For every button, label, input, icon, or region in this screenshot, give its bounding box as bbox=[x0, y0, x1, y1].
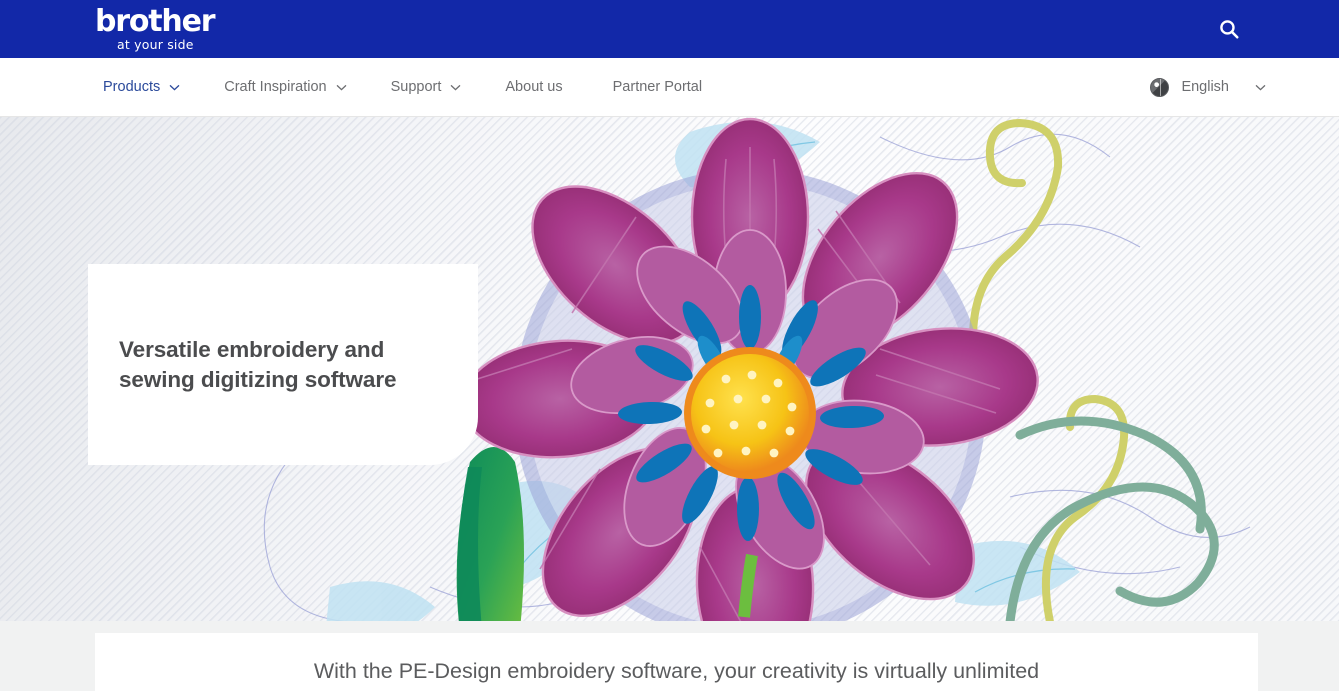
nav-item-partner-portal-label: Partner Portal bbox=[612, 79, 703, 95]
language-label: English bbox=[1181, 79, 1229, 95]
brother-logo[interactable]: brother at your side bbox=[95, 3, 216, 52]
logo-tagline: at your side bbox=[117, 36, 194, 52]
lower-headline: With the PE-Design embroidery software, … bbox=[313, 659, 1040, 683]
nav-item-support-label: Support bbox=[390, 79, 442, 95]
nav-item-about-us-label: About us bbox=[505, 79, 563, 95]
chevron-down-icon bbox=[169, 84, 180, 91]
top-header-bar: brother at your side bbox=[0, 0, 1339, 58]
search-button[interactable] bbox=[1214, 14, 1244, 44]
lower-content-card: With the PE-Design embroidery software, … bbox=[95, 633, 1258, 691]
nav-item-craft-inspiration[interactable]: Craft Inspiration bbox=[224, 79, 347, 95]
chevron-down-icon bbox=[450, 84, 461, 91]
search-icon bbox=[1220, 20, 1239, 39]
nav-items-group: Products Craft Inspiration Support About… bbox=[103, 79, 746, 95]
nav-item-products-label: Products bbox=[103, 79, 161, 95]
hero-text-card: Versatile embroidery and sewing digitizi… bbox=[88, 264, 478, 465]
nav-item-partner-portal[interactable]: Partner Portal bbox=[613, 79, 702, 95]
chevron-down-icon bbox=[336, 84, 347, 91]
flower-stem bbox=[738, 553, 758, 618]
hero-section: Versatile embroidery and sewing digitizi… bbox=[0, 117, 1339, 621]
green-leaf bbox=[456, 447, 524, 621]
main-navigation-bar: Products Craft Inspiration Support About… bbox=[0, 58, 1339, 117]
language-selector[interactable]: English bbox=[1150, 77, 1266, 97]
logo-wordmark: brother bbox=[95, 3, 216, 39]
hero-title: Versatile embroidery and sewing digitizi… bbox=[119, 335, 397, 395]
globe-icon bbox=[1150, 77, 1170, 97]
hero-title-line-1: Versatile embroidery and bbox=[119, 336, 385, 362]
lower-section: With the PE-Design embroidery software, … bbox=[0, 621, 1339, 691]
hero-title-line-2: sewing digitizing software bbox=[119, 366, 397, 392]
chevron-down-icon bbox=[1255, 84, 1266, 91]
nav-item-craft-inspiration-label: Craft Inspiration bbox=[224, 79, 327, 95]
nav-item-support[interactable]: Support bbox=[391, 79, 462, 95]
flower-center bbox=[684, 347, 816, 479]
nav-item-about-us[interactable]: About us bbox=[505, 79, 562, 95]
nav-item-products[interactable]: Products bbox=[103, 79, 180, 95]
